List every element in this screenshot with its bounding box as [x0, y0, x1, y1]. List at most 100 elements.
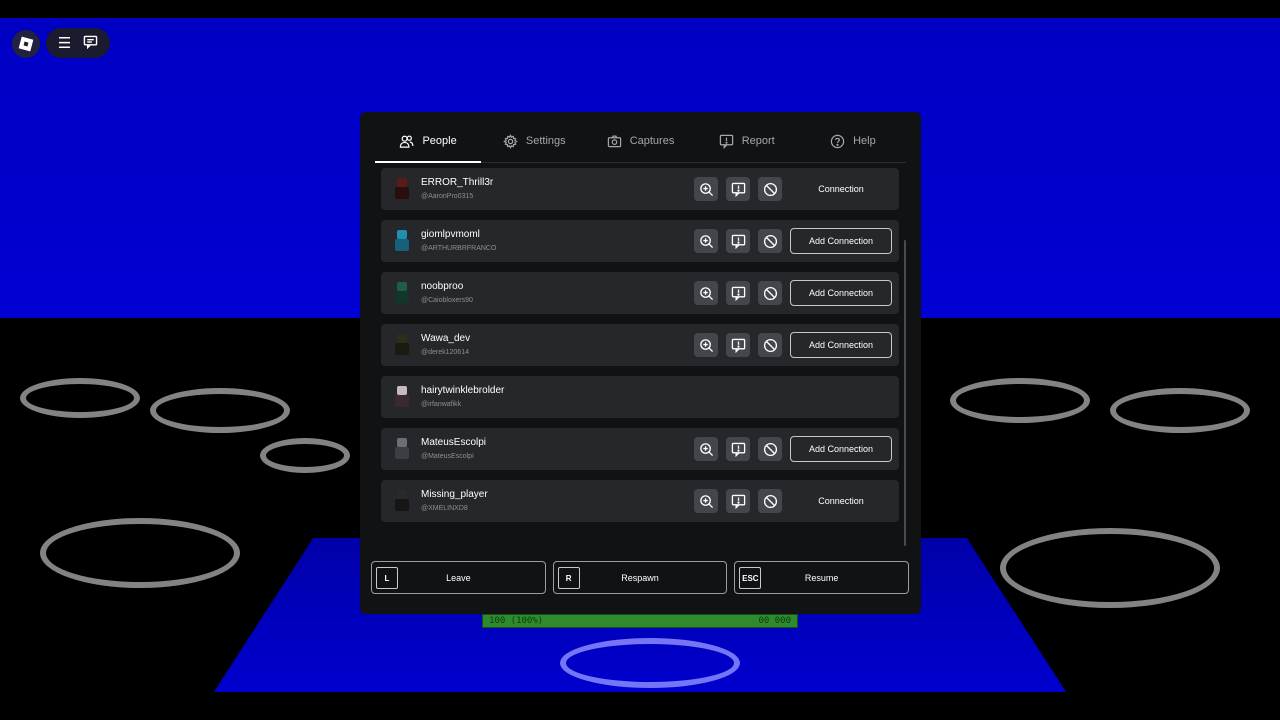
report-player-button[interactable] [726, 489, 750, 513]
zoom-in-icon [699, 182, 714, 197]
block-player-button[interactable] [758, 437, 782, 461]
report-player-button[interactable] [726, 229, 750, 253]
tab-people[interactable]: People [375, 120, 482, 163]
inspect-button[interactable] [694, 229, 718, 253]
block-icon [763, 442, 778, 457]
player-actions [694, 281, 782, 305]
report-icon [731, 338, 746, 353]
texture-mark [560, 638, 740, 688]
zoom-in-icon [699, 442, 714, 457]
block-player-button[interactable] [758, 281, 782, 305]
player-actions [694, 177, 782, 201]
keybind-badge: R [557, 567, 580, 589]
player-actions [694, 333, 782, 357]
tab-settings[interactable]: Settings [481, 120, 587, 162]
resume-button[interactable]: ESC Resume [734, 561, 910, 594]
display-name: Missing_player [421, 489, 488, 500]
avatar [391, 333, 413, 357]
avatar [391, 437, 413, 461]
hud-controls: ☰ [46, 28, 110, 58]
player-list-scrollbar[interactable] [904, 240, 906, 546]
avatar-head [397, 230, 407, 239]
player-row[interactable]: hairytwinklebrolder @irfanwafikk [381, 376, 899, 418]
block-player-button[interactable] [758, 229, 782, 253]
avatar [391, 385, 413, 409]
letterbox-bottom [0, 692, 1280, 720]
leave-button[interactable]: L Leave [371, 561, 546, 594]
avatar [391, 229, 413, 253]
add-connection-button[interactable]: Add Connection [790, 436, 892, 462]
block-player-button[interactable] [758, 333, 782, 357]
player-row[interactable]: Missing_player @XMELINXD8 Connection [381, 480, 899, 522]
avatar [391, 177, 413, 201]
tab-captures[interactable]: Captures [587, 120, 693, 162]
block-player-button[interactable] [758, 489, 782, 513]
username: @irfanwafikk [421, 401, 462, 408]
avatar-head [397, 386, 407, 395]
add-connection-button[interactable]: Add Connection [790, 332, 892, 358]
username: @MateusEscolpi [421, 453, 474, 460]
avatar-body [395, 499, 409, 511]
texture-mark [1110, 388, 1250, 433]
player-row[interactable]: giomlpvmoml @ARTHURBRFRANCO Add Connection [381, 220, 899, 262]
report-player-button[interactable] [726, 177, 750, 201]
zoom-in-icon [699, 494, 714, 509]
inspect-button[interactable] [694, 489, 718, 513]
report-icon [731, 494, 746, 509]
report-player-button[interactable] [726, 333, 750, 357]
chat-icon[interactable] [83, 35, 98, 52]
report-icon [731, 182, 746, 197]
zoom-in-icon [699, 338, 714, 353]
tab-help[interactable]: Help [800, 120, 906, 162]
player-actions [694, 229, 782, 253]
player-row[interactable]: Wawa_dev @derek120614 Add Connection [381, 324, 899, 366]
display-name: Wawa_dev [421, 333, 471, 344]
username: @Caiobloxers90 [421, 297, 473, 304]
username: @ARTHURBRFRANCO [421, 245, 497, 252]
block-icon [763, 234, 778, 249]
player-row[interactable]: ERROR_Thrill3r @AaronPro0315 Connection [381, 168, 899, 210]
tab-label: Help [853, 135, 876, 147]
avatar-head [397, 178, 407, 187]
player-row[interactable]: noobproo @Caiobloxers90 Add Connection [381, 272, 899, 314]
player-row[interactable]: MateusEscolpi @MateusEscolpi Add Connectio… [381, 428, 899, 470]
respawn-button[interactable]: R Respawn [552, 561, 728, 594]
username: @XMELINXD8 [421, 505, 468, 512]
avatar-body [395, 239, 409, 251]
block-player-button[interactable] [758, 177, 782, 201]
report-player-button[interactable] [726, 281, 750, 305]
letterbox-top [0, 0, 1280, 18]
roblox-logo-icon [18, 36, 34, 52]
camera-icon [607, 135, 621, 147]
display-name: giomlpvmoml [421, 229, 480, 240]
texture-mark [260, 438, 350, 473]
report-icon [731, 286, 746, 301]
report-player-button[interactable] [726, 437, 750, 461]
hamburger-icon[interactable]: ☰ [58, 36, 71, 51]
connection-status: Connection [818, 184, 864, 194]
leave-label: Leave [446, 572, 471, 583]
avatar-head [397, 490, 407, 499]
inspect-button[interactable] [694, 281, 718, 305]
add-connection-button[interactable]: Add Connection [790, 228, 892, 254]
add-connection-button[interactable]: Add Connection [790, 280, 892, 306]
tab-label: Captures [629, 135, 675, 147]
health-value: 100 (100%) [489, 616, 544, 626]
inspect-button[interactable] [694, 333, 718, 357]
respawn-label: Respawn [621, 572, 659, 583]
report-icon [719, 134, 733, 149]
texture-mark [1000, 528, 1220, 608]
avatar-head [397, 282, 407, 291]
avatar-head [397, 438, 407, 447]
roblox-logo-button[interactable] [12, 30, 40, 58]
block-icon [763, 182, 778, 197]
menu-footer: L Leave R Respawn ESC Resume [371, 561, 910, 594]
player-actions [694, 489, 782, 513]
inspect-button[interactable] [694, 177, 718, 201]
inspect-button[interactable] [694, 437, 718, 461]
display-name: MateusEscolpi [421, 437, 487, 448]
avatar-body [395, 343, 409, 355]
username: @derek120614 [421, 349, 469, 356]
help-icon [830, 134, 845, 148]
tab-report[interactable]: Report [694, 120, 800, 162]
